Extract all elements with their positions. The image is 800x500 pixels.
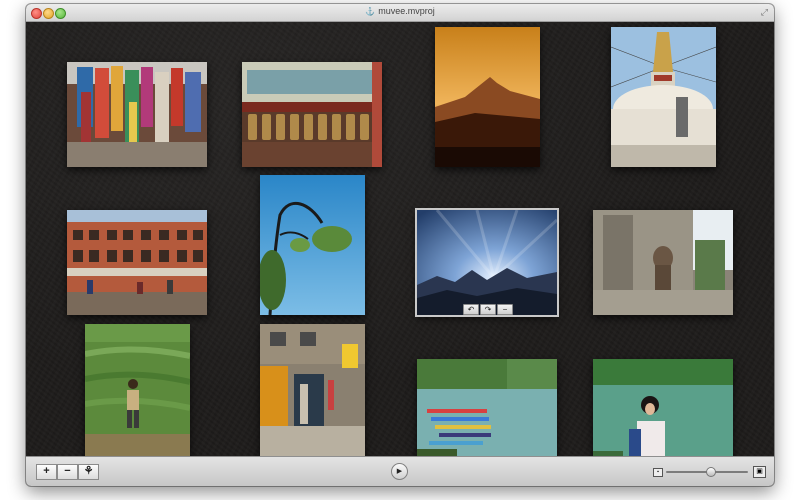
add-photo-button[interactable]: + [36, 464, 57, 480]
window-title-area: ⚓ muvee.mvproj [26, 6, 774, 16]
window-title: muvee.mvproj [378, 6, 435, 16]
photo-boats-lake[interactable] [417, 359, 557, 464]
remove-photo-button[interactable]: − [497, 304, 513, 315]
rotate-left-button[interactable]: ↶ [463, 304, 479, 315]
photo-woman-lake[interactable] [593, 359, 733, 464]
zoom-slider-knob[interactable] [706, 467, 717, 477]
bottom-toolbar: + − ⚘ ▶ ▪ ▣ [26, 456, 774, 486]
photo-prayer-wheels[interactable] [242, 62, 382, 167]
photo-monkey-temple[interactable] [593, 210, 733, 315]
effects-button[interactable]: ⚘ [78, 464, 99, 480]
photo-hiker-terraces[interactable] [85, 324, 190, 464]
app-window: ⚓ muvee.mvproj ⤢ ↶ ↷ − + − ⚘ ▶ ▪ ▣ [26, 4, 774, 486]
photo-market-stalls[interactable] [67, 62, 207, 167]
zoom-in-icon[interactable]: ▣ [753, 466, 766, 478]
photo-street-shops[interactable] [260, 324, 365, 464]
photo-stupa[interactable] [611, 27, 716, 167]
zoom-out-icon[interactable]: ▪ [653, 468, 663, 477]
play-button[interactable]: ▶ [391, 463, 408, 480]
title-bar: ⚓ muvee.mvproj ⤢ [26, 4, 774, 22]
fullscreen-icon[interactable]: ⤢ [761, 7, 768, 18]
photo-canvas[interactable]: ↶ ↷ − [26, 22, 774, 464]
photo-tree-branch[interactable] [260, 175, 365, 315]
rotate-right-button[interactable]: ↷ [480, 304, 496, 315]
photo-mountain-sunset[interactable] [435, 27, 540, 167]
selected-photo-controls: ↶ ↷ − [463, 304, 513, 315]
document-icon: ⚓ [365, 7, 376, 16]
remove-button[interactable]: − [57, 464, 78, 480]
photo-mountain-sun-rays[interactable] [415, 208, 559, 317]
photo-street-buildings[interactable] [67, 210, 207, 315]
